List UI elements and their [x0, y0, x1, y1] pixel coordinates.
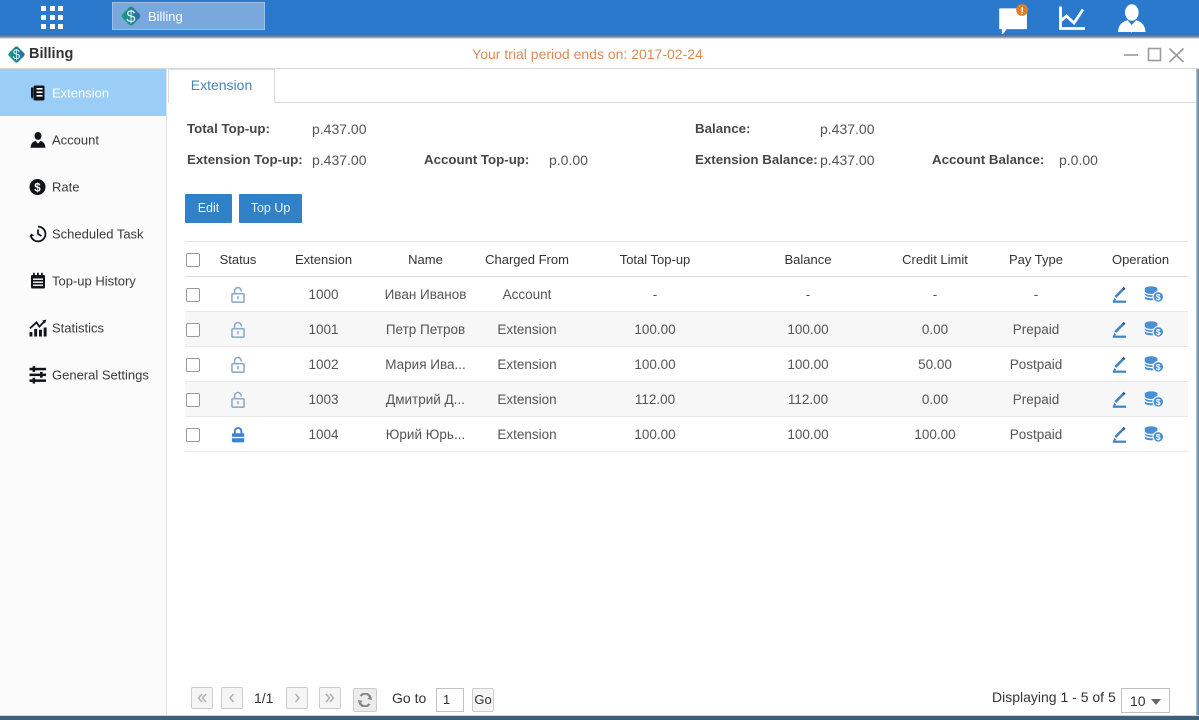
svg-text:$: $	[34, 182, 41, 194]
svg-text:$: $	[13, 47, 21, 62]
svg-text:!: !	[1020, 6, 1023, 17]
svg-text:$: $	[126, 8, 135, 26]
